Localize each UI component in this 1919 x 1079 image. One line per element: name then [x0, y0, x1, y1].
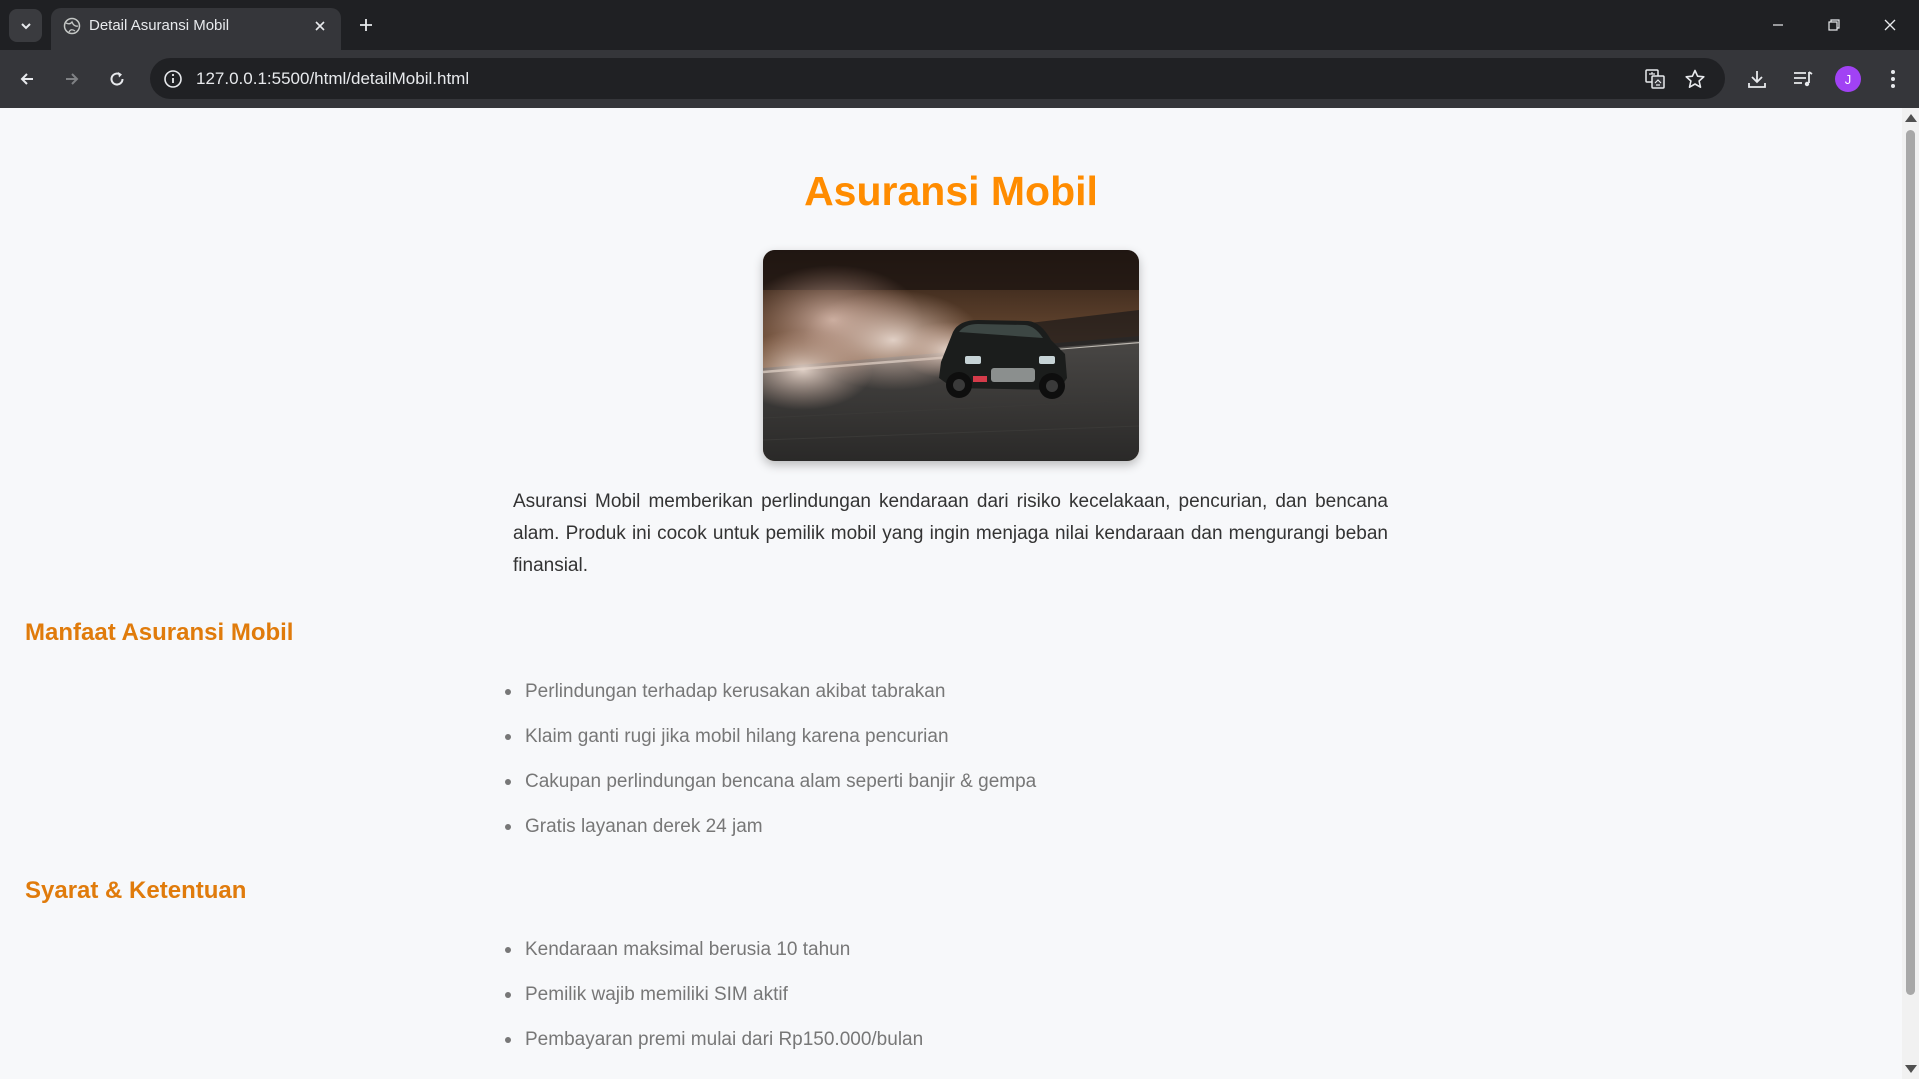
list-item: Pembayaran premi mulai dari Rp150.000/bu…: [505, 1028, 924, 1073]
bullet-icon: [505, 992, 511, 998]
bullet-icon: [505, 824, 511, 830]
bullet-icon: [505, 1037, 511, 1043]
browser-tab[interactable]: Detail Asuransi Mobil: [51, 8, 341, 50]
benefit-text: Perlindungan terhadap kerusakan akibat t…: [525, 681, 946, 702]
term-text: Kendaraan maksimal berusia 10 tahun: [525, 939, 851, 960]
arrow-right-icon: [66, 73, 79, 85]
term-text: Pemilik wajib memiliki SIM aktif: [525, 984, 788, 1005]
close-window-button[interactable]: [1875, 10, 1905, 40]
translate-icon: [1645, 69, 1665, 89]
tab-strip: Detail Asuransi Mobil: [0, 0, 1919, 50]
reload-icon: [110, 72, 124, 86]
download-icon: [1748, 71, 1766, 88]
browser-toolbar: 127.0.0.1:5500/html/detailMobil.html: [0, 50, 1919, 108]
translate-button[interactable]: [1643, 67, 1667, 91]
scroll-thumb[interactable]: [1906, 130, 1915, 995]
restore-button[interactable]: [1819, 10, 1849, 40]
plus-icon: [360, 19, 372, 31]
page-title: Asuransi Mobil: [804, 168, 1098, 214]
restore-icon: [1828, 19, 1840, 31]
media-controls-button[interactable]: [1788, 64, 1818, 94]
address-bar[interactable]: 127.0.0.1:5500/html/detailMobil.html: [150, 58, 1725, 99]
reload-button[interactable]: [101, 63, 133, 95]
bullet-icon: [505, 947, 511, 953]
back-button[interactable]: [11, 63, 43, 95]
forward-button[interactable]: [56, 63, 88, 95]
chevron-down-icon: [20, 22, 31, 29]
list-item: Klaim ganti rugi jika mobil hilang karen…: [505, 725, 1036, 770]
benefits-heading: Manfaat Asuransi Mobil: [25, 619, 294, 646]
benefits-list: Perlindungan terhadap kerusakan akibat t…: [505, 680, 1037, 860]
drifting-car-image: [763, 250, 1139, 461]
benefit-text: Gratis layanan derek 24 jam: [525, 816, 763, 837]
vertical-scrollbar[interactable]: [1902, 108, 1919, 1079]
bullet-icon: [505, 734, 511, 740]
list-item: Pemilik wajib memiliki SIM aktif: [505, 983, 923, 1028]
bookmark-button[interactable]: [1683, 67, 1707, 91]
downloads-button[interactable]: [1742, 64, 1772, 94]
terms-list: Kendaraan maksimal berusia 10 tahun Pemi…: [505, 938, 924, 1073]
list-item: Perlindungan terhadap kerusakan akibat t…: [505, 680, 1036, 725]
new-tab-button[interactable]: [352, 11, 380, 39]
tab-close-button[interactable]: [309, 15, 331, 37]
benefit-text: Cakupan perlindungan bencana alam sepert…: [525, 771, 1037, 792]
term-text: Pembayaran premi mulai dari Rp150.000/bu…: [525, 1029, 924, 1050]
profile-avatar[interactable]: J: [1835, 66, 1861, 92]
scroll-down-arrow-icon[interactable]: [1905, 1065, 1917, 1073]
list-item: Cakupan perlindungan bencana alam sepert…: [505, 770, 1037, 815]
browser-menu-button[interactable]: [1878, 64, 1908, 94]
hero-image: [763, 250, 1139, 461]
star-icon: [1685, 69, 1705, 88]
list-item: Kendaraan maksimal berusia 10 tahun: [505, 938, 923, 983]
playlist-icon: [1794, 71, 1813, 87]
product-description: Asuransi Mobil memberikan perlindungan k…: [513, 491, 1388, 576]
benefit-text: Klaim ganti rugi jika mobil hilang karen…: [525, 726, 949, 747]
bullet-icon: [505, 779, 511, 785]
scroll-up-arrow-icon[interactable]: [1905, 114, 1917, 122]
minimize-icon: [1773, 24, 1783, 26]
globe-icon: [63, 17, 81, 35]
terms-heading: Syarat & Ketentuan: [25, 877, 247, 904]
bullet-icon: [505, 689, 511, 695]
close-icon: [1884, 19, 1896, 31]
close-icon: [315, 21, 325, 31]
minimize-button[interactable]: [1763, 10, 1793, 40]
info-icon[interactable]: [162, 68, 184, 90]
arrow-left-icon: [20, 73, 33, 85]
list-item: Gratis layanan derek 24 jam: [505, 815, 1036, 860]
page-content: Asuransi Mobil Asuransi Mobil memberikan…: [0, 108, 1902, 1079]
more-vertical-icon: [1891, 70, 1895, 88]
tab-search-button[interactable]: [9, 9, 42, 42]
tab-title: Detail Asuransi Mobil: [89, 17, 230, 34]
url-text[interactable]: 127.0.0.1:5500/html/detailMobil.html: [196, 69, 469, 89]
